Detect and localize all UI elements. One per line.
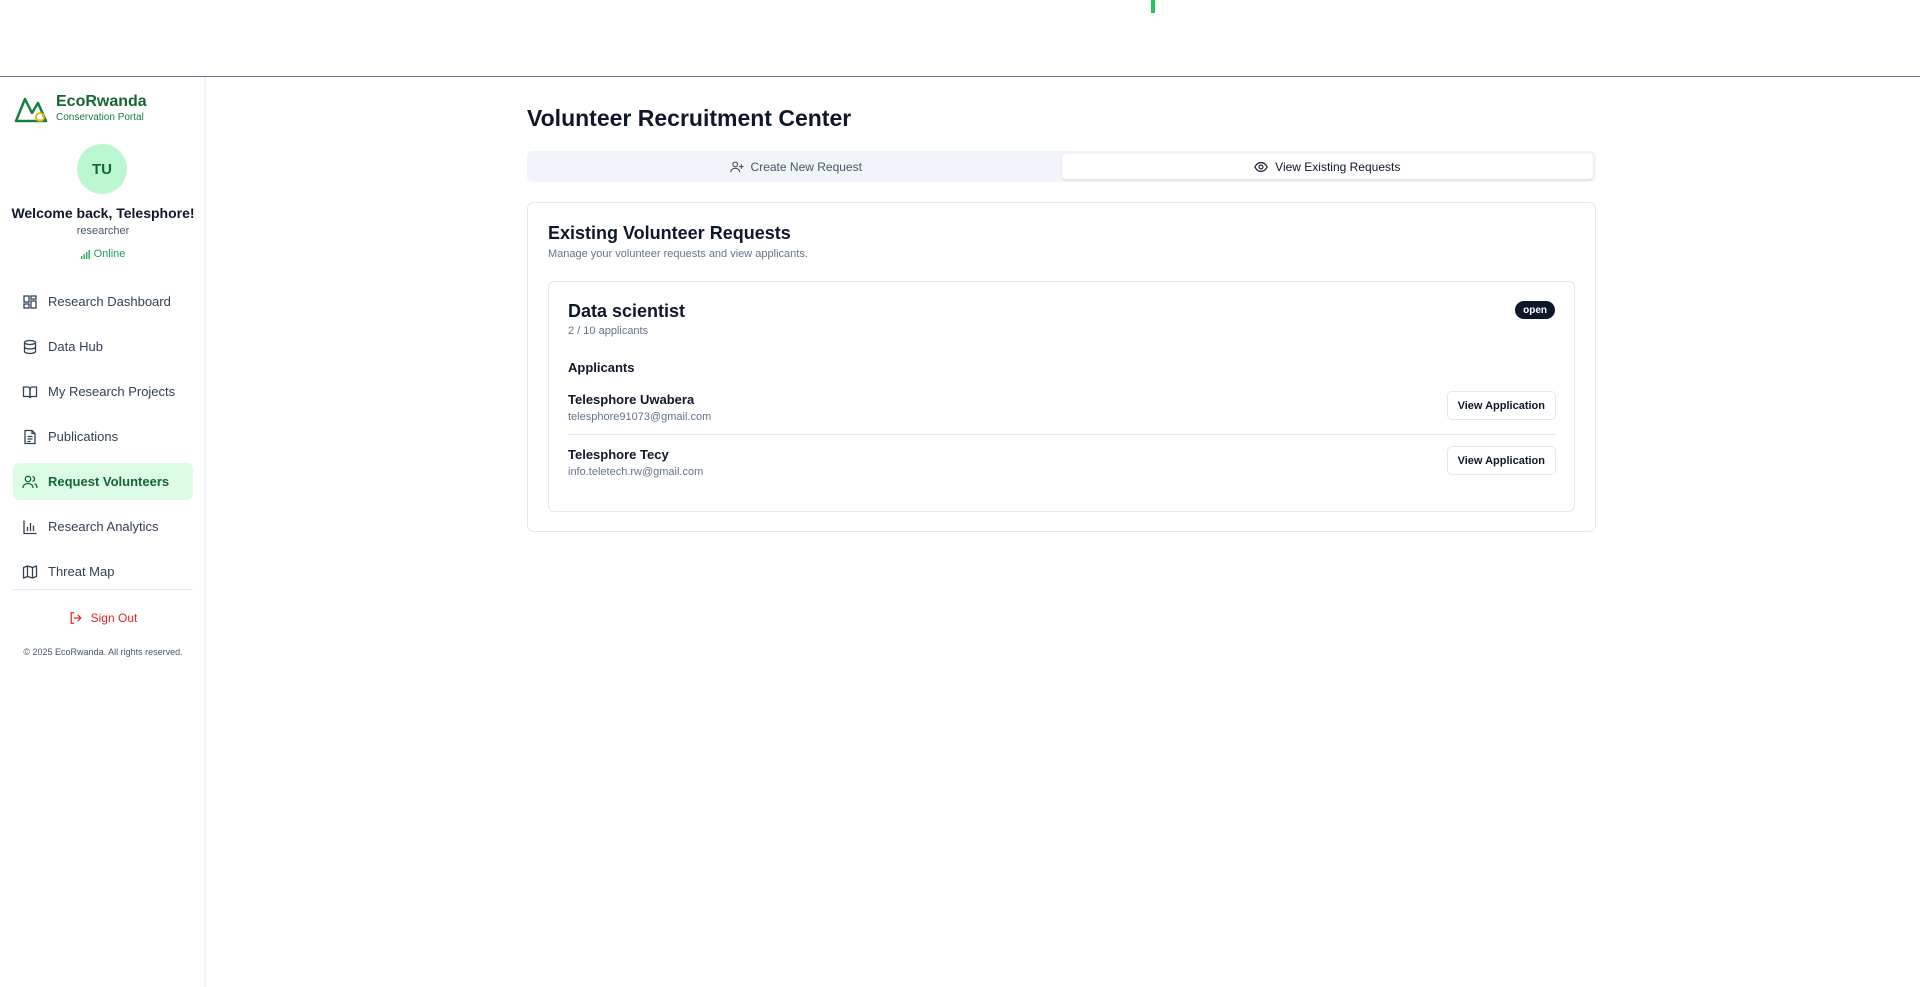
brand-subtitle: Conservation Portal xyxy=(56,112,144,123)
copyright: © 2025 EcoRwanda. All rights reserved. xyxy=(23,647,183,657)
welcome-message: Welcome back, Telesphore! xyxy=(11,205,195,221)
bar-chart-icon xyxy=(23,520,37,534)
eye-icon xyxy=(1254,161,1268,172)
book-open-icon xyxy=(22,385,38,398)
tab-view-existing-requests[interactable]: View Existing Requests xyxy=(1061,154,1593,179)
request-title: Data scientist xyxy=(568,301,686,321)
sidebar-item-label: Research Analytics xyxy=(48,519,159,534)
tab-list: Create New Request View Existing Request… xyxy=(527,151,1596,182)
sign-out-label: Sign Out xyxy=(90,611,138,625)
applicant-row: Telesphore Tecy info.teletech.rw@gmail.c… xyxy=(568,445,1556,490)
applicant-count: 2 / 10 applicants xyxy=(568,325,649,337)
users-icon xyxy=(22,475,38,488)
sidebar-item-research-analytics[interactable]: Research Analytics xyxy=(13,508,193,545)
sidebar-divider xyxy=(13,589,193,590)
sidebar-item-label: Publications xyxy=(48,429,119,444)
status-badge: open xyxy=(1515,301,1555,319)
sidebar-item-my-research-projects[interactable]: My Research Projects xyxy=(13,373,193,410)
sidebar-item-research-dashboard[interactable]: Research Dashboard xyxy=(13,283,193,320)
user-role: researcher xyxy=(76,225,130,237)
top-bar xyxy=(0,0,1920,77)
sidebar-nav: Research Dashboard Data Hub My Research … xyxy=(13,283,193,598)
sidebar-item-label: Data Hub xyxy=(48,339,103,354)
page-title: Volunteer Recruitment Center xyxy=(527,105,852,131)
applicants-heading: Applicants xyxy=(568,360,635,375)
map-icon xyxy=(22,564,38,579)
sidebar-item-data-hub[interactable]: Data Hub xyxy=(13,328,193,365)
brand[interactable]: EcoRwanda Conservation Portal xyxy=(14,91,147,125)
online-status: Online xyxy=(0,248,206,260)
mountain-logo-icon xyxy=(14,97,48,123)
sidebar-item-label: My Research Projects xyxy=(48,384,176,399)
sign-out-button[interactable]: Sign Out xyxy=(0,611,206,625)
volunteer-request-item: Data scientist 2 / 10 applicants open Ap… xyxy=(548,281,1575,512)
log-out-icon xyxy=(70,612,82,624)
tab-label: View Existing Requests xyxy=(1275,159,1401,174)
signal-icon xyxy=(80,249,90,259)
sidebar-item-label: Research Dashboard xyxy=(48,294,171,309)
tab-create-new-request[interactable]: Create New Request xyxy=(530,154,1062,179)
user-plus-icon xyxy=(729,160,744,172)
applicant-email: telesphore91073@gmail.com xyxy=(568,411,712,423)
sidebar-item-label: Request Volunteers xyxy=(48,474,170,489)
sidebar-item-label: Threat Map xyxy=(48,564,115,579)
database-icon xyxy=(23,339,37,354)
view-application-button[interactable]: View Application xyxy=(1446,391,1556,420)
applicant-email: info.teletech.rw@gmail.com xyxy=(568,466,704,478)
card-description: Manage your volunteer requests and view … xyxy=(548,248,808,260)
document-icon xyxy=(24,429,36,444)
dashboard-icon xyxy=(23,294,37,309)
loading-indicator xyxy=(1151,0,1155,13)
card-title: Existing Volunteer Requests xyxy=(548,223,791,243)
applicant-row: Telesphore Uwabera telesphore91073@gmail… xyxy=(568,390,1556,435)
avatar: TU xyxy=(77,144,127,194)
view-application-button[interactable]: View Application xyxy=(1446,446,1556,475)
applicant-name: Telesphore Tecy xyxy=(568,447,669,462)
existing-requests-card: Existing Volunteer Requests Manage your … xyxy=(527,202,1596,532)
sidebar-item-publications[interactable]: Publications xyxy=(13,418,193,455)
brand-name: EcoRwanda xyxy=(56,93,147,110)
sidebar: EcoRwanda Conservation Portal TU Welcome… xyxy=(0,77,206,987)
sidebar-item-threat-map[interactable]: Threat Map xyxy=(13,553,193,590)
applicant-name: Telesphore Uwabera xyxy=(568,392,695,407)
tab-label: Create New Request xyxy=(750,159,862,174)
sidebar-item-request-volunteers[interactable]: Request Volunteers xyxy=(13,463,193,500)
status-label: Online xyxy=(93,248,126,260)
